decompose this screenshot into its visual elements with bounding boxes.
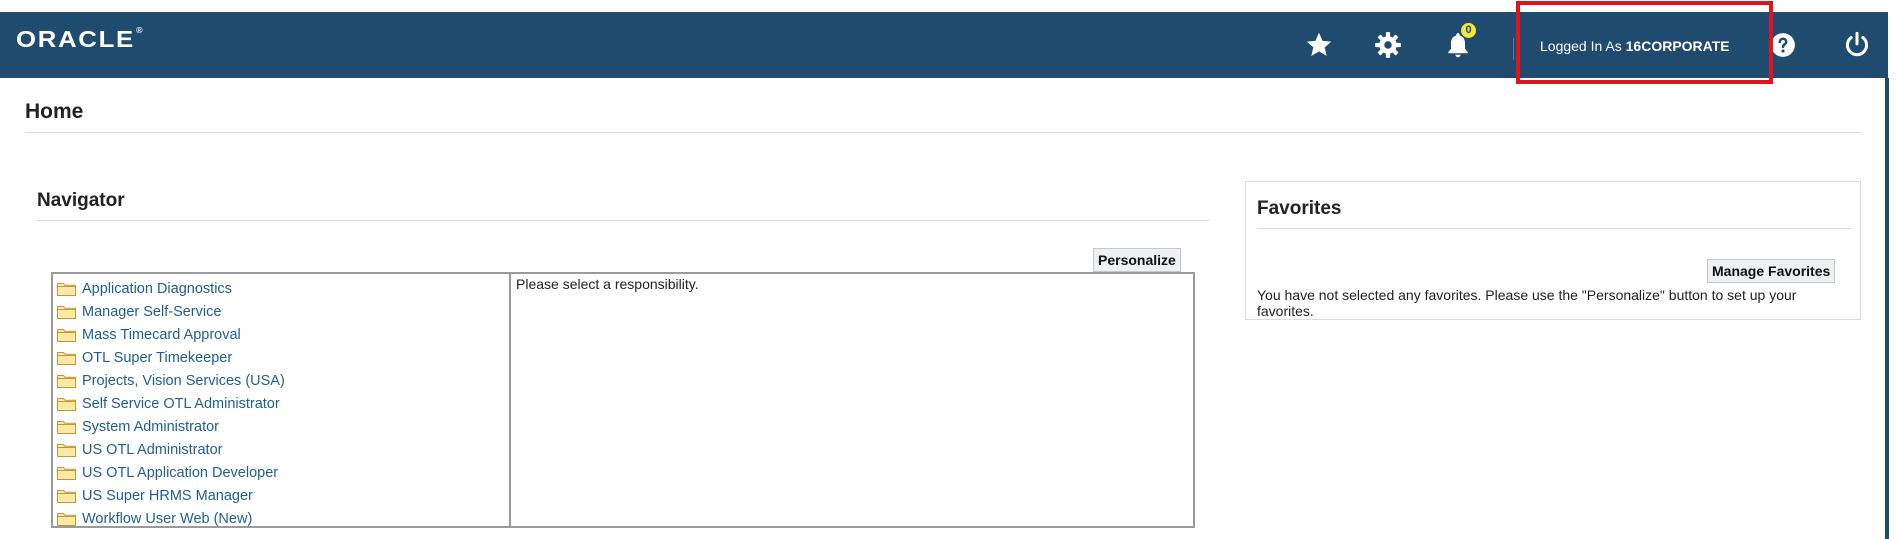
folder-icon	[57, 511, 76, 526]
notification-count-badge: 0	[1461, 23, 1476, 38]
folder-icon	[57, 419, 76, 434]
favorites-empty-message: You have not selected any favorites. Ple…	[1257, 287, 1797, 319]
responsibility-item[interactable]: US Super HRMS Manager	[57, 484, 285, 507]
oracle-logo: ORACLE®	[16, 26, 143, 53]
responsibility-link[interactable]: Self Service OTL Administrator	[82, 396, 280, 412]
navigator-panel: Application Diagnostics Manager Self-Serv…	[51, 272, 1195, 528]
folder-icon	[57, 373, 76, 388]
favorites-star-button[interactable]	[1299, 21, 1339, 69]
notifications-button[interactable]: 0	[1438, 21, 1478, 69]
responsibility-item[interactable]: Workflow User Web (New)	[57, 507, 285, 530]
vertical-scrollbar[interactable]	[1885, 78, 1889, 539]
responsibility-link[interactable]: US OTL Administrator	[82, 442, 222, 458]
navigator-column-divider	[509, 274, 511, 526]
login-highlight-box	[1516, 1, 1773, 84]
folder-icon	[57, 442, 76, 457]
responsibility-link[interactable]: US OTL Application Developer	[82, 465, 278, 481]
folder-icon	[57, 465, 76, 480]
responsibility-item[interactable]: Application Diagnostics	[57, 277, 285, 300]
favorites-divider	[1257, 228, 1851, 229]
folder-icon	[57, 281, 76, 296]
responsibility-link[interactable]: System Administrator	[82, 419, 219, 435]
star-icon	[1306, 32, 1332, 56]
responsibility-link[interactable]: Application Diagnostics	[82, 281, 232, 297]
gear-icon	[1375, 32, 1401, 58]
favorites-title: Favorites	[1257, 198, 1342, 219]
responsibility-item[interactable]: OTL Super Timekeeper	[57, 346, 285, 369]
navigator-title: Navigator	[37, 190, 125, 211]
responsibility-item[interactable]: US OTL Administrator	[57, 438, 285, 461]
folder-icon	[57, 396, 76, 411]
responsibility-item[interactable]: Manager Self-Service	[57, 300, 285, 323]
logout-button[interactable]	[1837, 21, 1877, 69]
responsibility-list: Application Diagnostics Manager Self-Serv…	[57, 277, 285, 530]
responsibility-item[interactable]: Projects, Vision Services (USA)	[57, 369, 285, 392]
personalize-button[interactable]: Personalize	[1093, 248, 1181, 272]
folder-icon	[57, 327, 76, 342]
page-title: Home	[25, 100, 84, 123]
folder-icon	[57, 488, 76, 503]
settings-button[interactable]	[1368, 21, 1408, 69]
responsibility-item[interactable]: Mass Timecard Approval	[57, 323, 285, 346]
folder-icon	[57, 304, 76, 319]
header-separator	[1513, 38, 1514, 60]
responsibility-link[interactable]: US Super HRMS Manager	[82, 488, 253, 504]
responsibility-link[interactable]: Projects, Vision Services (USA)	[82, 373, 285, 389]
responsibility-detail-message: Please select a responsibility.	[516, 276, 699, 292]
responsibility-link[interactable]: OTL Super Timekeeper	[82, 350, 232, 366]
responsibility-link[interactable]: Mass Timecard Approval	[82, 327, 241, 343]
folder-icon	[57, 350, 76, 365]
navigator-divider	[37, 220, 1209, 221]
power-icon	[1845, 31, 1869, 57]
manage-favorites-button[interactable]: Manage Favorites	[1707, 259, 1836, 283]
responsibility-item[interactable]: Self Service OTL Administrator	[57, 392, 285, 415]
responsibility-link[interactable]: Workflow User Web (New)	[82, 511, 252, 527]
title-divider	[25, 132, 1861, 133]
help-icon	[1771, 33, 1795, 57]
logo-text: ORACLE	[16, 26, 135, 52]
responsibility-item[interactable]: System Administrator	[57, 415, 285, 438]
responsibility-item[interactable]: US OTL Application Developer	[57, 461, 285, 484]
favorites-panel: Favorites Manage Favorites You have not …	[1245, 181, 1861, 320]
logo-registered-mark: ®	[135, 26, 143, 35]
responsibility-link[interactable]: Manager Self-Service	[82, 304, 221, 320]
